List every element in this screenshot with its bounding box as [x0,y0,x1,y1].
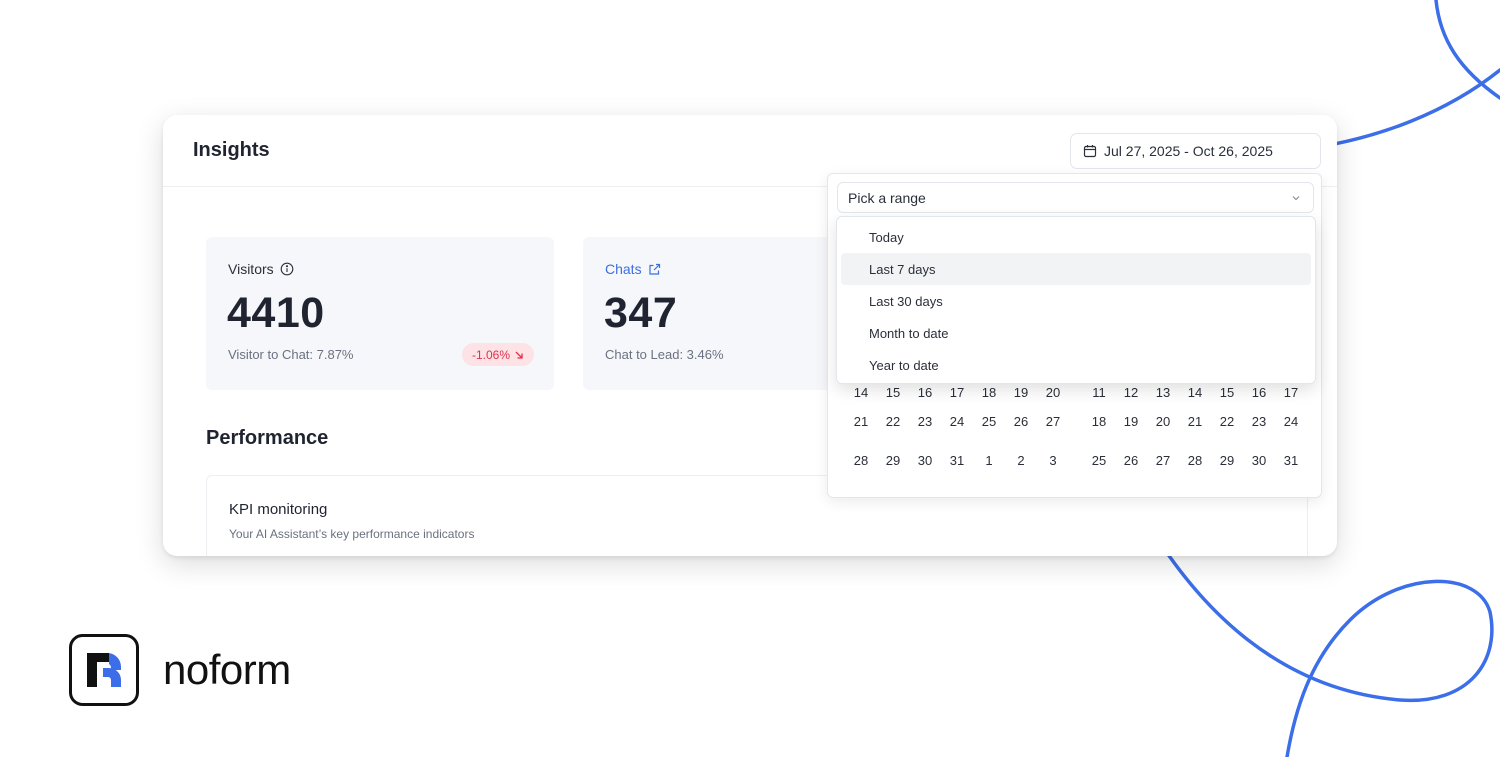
calendar-day[interactable]: 22 [1211,414,1243,429]
calendar-month-right: 11 12 13 14 15 16 17 18 19 20 21 22 23 24 25 26 27 28 29 30… [1083,374,1307,480]
kpi-title: KPI monitoring [229,501,328,518]
calendar-day[interactable]: 3 [1037,453,1069,468]
calendar-day[interactable]: 17 [941,385,973,400]
calendar-day[interactable]: 25 [1083,453,1115,468]
calendar-day[interactable]: 21 [1179,414,1211,429]
range-select[interactable]: Pick a range [837,182,1314,213]
calendar-week: 18 19 20 21 22 23 24 [1083,402,1307,441]
calendar-day[interactable]: 29 [877,453,909,468]
calendar-day[interactable]: 27 [1037,414,1069,429]
calendar-week: 28 29 30 31 1 2 3 [845,441,1069,480]
calendar-day[interactable]: 14 [845,385,877,400]
performance-title: Performance [206,427,329,449]
calendar-day[interactable]: 24 [1275,414,1307,429]
calendar-day[interactable]: 27 [1147,453,1179,468]
chats-link[interactable]: Chats [605,261,661,277]
kpi-subtitle: Your AI Assistant’s key performance indi… [229,527,475,541]
page-title: Insights [193,139,270,161]
calendar-day[interactable]: 15 [877,385,909,400]
calendar-day[interactable]: 1 [973,453,1005,468]
date-range-button[interactable]: Jul 27, 2025 - Oct 26, 2025 [1070,133,1321,169]
calendar-month-left: 14 15 16 17 18 19 20 21 22 23 24 25 26 27 28 29 30 31 1 2 3 [845,374,1069,480]
range-select-placeholder: Pick a range [848,189,926,206]
calendar-day[interactable]: 15 [1211,385,1243,400]
calendar-day[interactable]: 26 [1005,414,1037,429]
chevron-down-icon [1292,196,1300,201]
calendar-day[interactable]: 18 [1083,414,1115,429]
chats-value: 347 [604,289,678,337]
calendar-day[interactable]: 31 [1275,453,1307,468]
calendar-day[interactable]: 29 [1211,453,1243,468]
calendar-day[interactable]: 22 [877,414,909,429]
noform-logo-icon [69,634,139,706]
calendar-day[interactable]: 23 [1243,414,1275,429]
calendar-day[interactable]: 23 [909,414,941,429]
calendar-day[interactable]: 26 [1115,453,1147,468]
calendar-day[interactable]: 13 [1147,385,1179,400]
calendar-day[interactable]: 24 [941,414,973,429]
calendar-day[interactable]: 14 [1179,385,1211,400]
calendar-icon [1083,145,1097,158]
calendar-day[interactable]: 16 [909,385,941,400]
visitors-stat-card: Visitors 4410 Visitor to Chat: 7.87% -1.… [206,237,554,390]
range-options-menu: Today Last 7 days Last 30 days Month to dat… [836,216,1316,384]
range-option-last-30-days[interactable]: Last 30 days [841,285,1311,317]
calendar-day[interactable]: 12 [1115,385,1147,400]
brand-wordmark: noform [163,646,291,693]
calendar-day[interactable]: 18 [973,385,1005,400]
calendar-day[interactable]: 20 [1037,385,1069,400]
calendar-day[interactable]: 31 [941,453,973,468]
calendar-day[interactable]: 2 [1005,453,1037,468]
trend-badge: -1.06% [461,343,534,366]
calendar-day[interactable]: 21 [845,414,877,429]
calendar-day[interactable]: 17 [1275,385,1307,400]
external-link-icon [648,263,660,275]
info-icon[interactable] [280,262,294,276]
calendar-day[interactable]: 25 [973,414,1005,429]
visitors-label: Visitors [228,261,294,277]
calendar-day[interactable]: 30 [1243,453,1275,468]
calendar-day[interactable]: 19 [1005,385,1037,400]
range-option-month-to-date[interactable]: Month to date [841,317,1311,349]
chats-sub: Chat to Lead: 3.46% [605,347,724,362]
date-range-label: Jul 27, 2025 - Oct 26, 2025 [1104,143,1273,159]
calendar-day[interactable]: 30 [909,453,941,468]
range-option-year-to-date[interactable]: Year to date [841,349,1311,381]
calendar-day[interactable]: 16 [1243,385,1275,400]
noform-logo: noform [69,634,291,706]
visitors-value: 4410 [227,289,325,337]
range-option-today[interactable]: Today [841,221,1311,253]
trend-down-icon [515,351,523,359]
calendar-day[interactable]: 20 [1147,414,1179,429]
visitors-sub: Visitor to Chat: 7.87% [228,347,354,362]
calendar-day[interactable]: 19 [1115,414,1147,429]
calendar-day[interactable]: 28 [845,453,877,468]
calendar-week: 25 26 27 28 29 30 31 [1083,441,1307,480]
calendar-day[interactable]: 11 [1083,385,1115,400]
range-option-last-7-days[interactable]: Last 7 days [841,253,1311,285]
calendar-week: 21 22 23 24 25 26 27 [845,402,1069,441]
calendar-day[interactable]: 28 [1179,453,1211,468]
